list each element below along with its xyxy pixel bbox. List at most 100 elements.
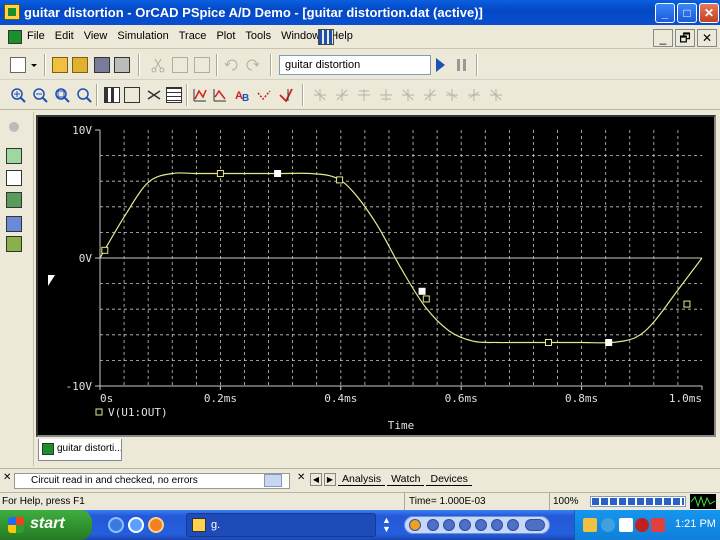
x-tick-label: 0.4ms <box>324 392 357 405</box>
app-icon <box>4 4 20 20</box>
media-play-icon[interactable] <box>427 519 439 531</box>
start-button[interactable]: start <box>0 510 92 540</box>
close-button[interactable]: ✕ <box>699 3 719 23</box>
mdi-close-button[interactable]: ✕ <box>697 29 717 47</box>
media-quicklaunch-icon[interactable] <box>128 517 144 533</box>
mdi-minimize-button[interactable]: _ <box>653 29 673 47</box>
copy-icon[interactable] <box>172 57 188 73</box>
tab-scroll-left-icon[interactable]: ◀ <box>310 473 322 486</box>
cursor-tools-disabled-icons <box>312 87 520 103</box>
toolbar-separator <box>270 54 272 76</box>
pspice-task-icon <box>192 518 206 532</box>
new-file-icon[interactable] <box>10 57 26 73</box>
x-tick-label: 0.2ms <box>204 392 237 405</box>
legend-label: V(U1:OUT) <box>108 406 168 419</box>
y-tick-label: -10V <box>66 380 93 393</box>
label-icon[interactable]: AB <box>234 87 250 104</box>
toolbar-separator <box>476 54 478 76</box>
windows-logo-icon <box>8 517 24 533</box>
output-file-icon[interactable] <box>6 216 22 232</box>
left-toolstrip <box>0 112 34 466</box>
tray-icon-4[interactable] <box>635 518 649 532</box>
performance-analysis-icon[interactable] <box>146 87 162 103</box>
waveform-chart[interactable]: 10V 0V -10V 0s 0.2ms 0.4ms 0.6ms 0.8ms 1.0ms Time… <box>38 117 714 435</box>
zoom-in-icon[interactable] <box>10 87 26 103</box>
context-help-icon[interactable] <box>318 29 334 45</box>
eval-goal-function-icon[interactable] <box>212 87 228 103</box>
doc-tab-guitar-distortion[interactable]: guitar distorti... <box>38 439 122 461</box>
media-next-icon[interactable] <box>491 519 503 531</box>
standard-toolbar: guitar distortion <box>0 50 720 80</box>
menu-simulation[interactable]: Simulation <box>116 30 169 42</box>
tab-devices[interactable]: Devices <box>426 473 472 486</box>
cut-icon[interactable] <box>150 57 166 73</box>
tab-watch[interactable]: Watch <box>387 473 425 486</box>
panel-close-icon[interactable]: ✕ <box>297 472 305 483</box>
menu-tools[interactable]: Tools <box>244 30 272 42</box>
document-icon[interactable] <box>8 30 22 44</box>
media-volume-icon[interactable] <box>525 519 545 531</box>
redo-icon[interactable] <box>244 57 260 73</box>
toggle-cursor-icon[interactable] <box>278 87 294 103</box>
output-close-icon[interactable]: ✕ <box>3 472 11 483</box>
tray-icon-1[interactable] <box>583 518 597 532</box>
pause-simulation-button[interactable] <box>457 59 466 71</box>
simulation-status-icon[interactable] <box>9 122 19 132</box>
open-recent-icon[interactable] <box>72 57 88 73</box>
firefox-quicklaunch-icon[interactable] <box>148 517 164 533</box>
menu-plot[interactable]: Plot <box>215 30 236 42</box>
simulation-profile-select[interactable]: guitar distortion <box>279 55 431 75</box>
plot-grid <box>99 130 702 387</box>
taskbar-item-pspice[interactable]: g. <box>186 513 376 537</box>
x-axis-label: Time <box>388 419 415 432</box>
waveform-window-icon[interactable] <box>6 236 22 252</box>
trace-marker <box>418 287 426 295</box>
menu-view[interactable]: View <box>83 30 109 42</box>
taskbar-clock: 1:21 PM <box>675 518 716 530</box>
menu-file[interactable]: File <box>26 30 46 42</box>
zoom-fit-icon[interactable] <box>76 87 92 103</box>
ie-quicklaunch-icon[interactable] <box>108 517 124 533</box>
dropdown-arrow-icon[interactable] <box>30 57 38 73</box>
menu-edit[interactable]: Edit <box>54 30 75 42</box>
run-simulation-button[interactable] <box>436 58 445 72</box>
media-pause-icon[interactable] <box>443 519 455 531</box>
output-scrollbar[interactable] <box>264 474 282 487</box>
tray-shield-icon[interactable] <box>651 518 665 532</box>
fourier-icon[interactable] <box>124 87 140 103</box>
menu-trace[interactable]: Trace <box>178 30 208 42</box>
mark-data-points-icon[interactable] <box>256 87 272 103</box>
y-tick-label: 10V <box>72 124 92 137</box>
copy-plot-icon[interactable] <box>6 170 22 186</box>
title-bar: guitar distortion - OrCAD PSpice A/D Dem… <box>0 0 720 25</box>
x-tick-label: 0.8ms <box>565 392 598 405</box>
start-label: start <box>30 515 65 532</box>
media-stop-icon[interactable] <box>459 519 471 531</box>
maximize-button[interactable]: □ <box>677 3 697 23</box>
tray-icon-2[interactable] <box>601 518 615 532</box>
log-y-axis-icon[interactable] <box>166 87 182 103</box>
zoom-area-icon[interactable] <box>54 87 70 103</box>
media-player-bar[interactable] <box>404 516 550 534</box>
print-icon[interactable] <box>114 57 130 73</box>
probe-plot-window[interactable]: 10V 0V -10V 0s 0.2ms 0.4ms 0.6ms 0.8ms 1.0ms Time… <box>36 115 716 437</box>
open-folder-icon[interactable] <box>52 57 68 73</box>
tab-analysis[interactable]: Analysis <box>338 473 386 486</box>
menu-window[interactable]: Window <box>280 30 321 42</box>
zoom-out-icon[interactable] <box>32 87 48 103</box>
minimize-button[interactable]: _ <box>655 3 675 23</box>
paste-icon[interactable] <box>194 57 210 73</box>
mouse-pointer <box>47 273 57 289</box>
media-mute-icon[interactable] <box>507 519 519 531</box>
mdi-restore-button[interactable]: 🗗 <box>675 29 695 47</box>
add-trace-icon[interactable] <box>192 87 208 103</box>
undo-icon[interactable] <box>224 57 240 73</box>
save-icon[interactable] <box>94 57 110 73</box>
media-prev-icon[interactable] <box>475 519 487 531</box>
tray-icon-3[interactable] <box>619 518 633 532</box>
simulation-settings-icon[interactable] <box>6 148 22 164</box>
taskbar-scroll-icon[interactable]: ▲ ▼ <box>382 516 392 534</box>
netlist-icon[interactable] <box>6 192 22 208</box>
tab-scroll-right-icon[interactable]: ▶ <box>324 473 336 486</box>
log-x-axis-icon[interactable] <box>104 87 120 103</box>
